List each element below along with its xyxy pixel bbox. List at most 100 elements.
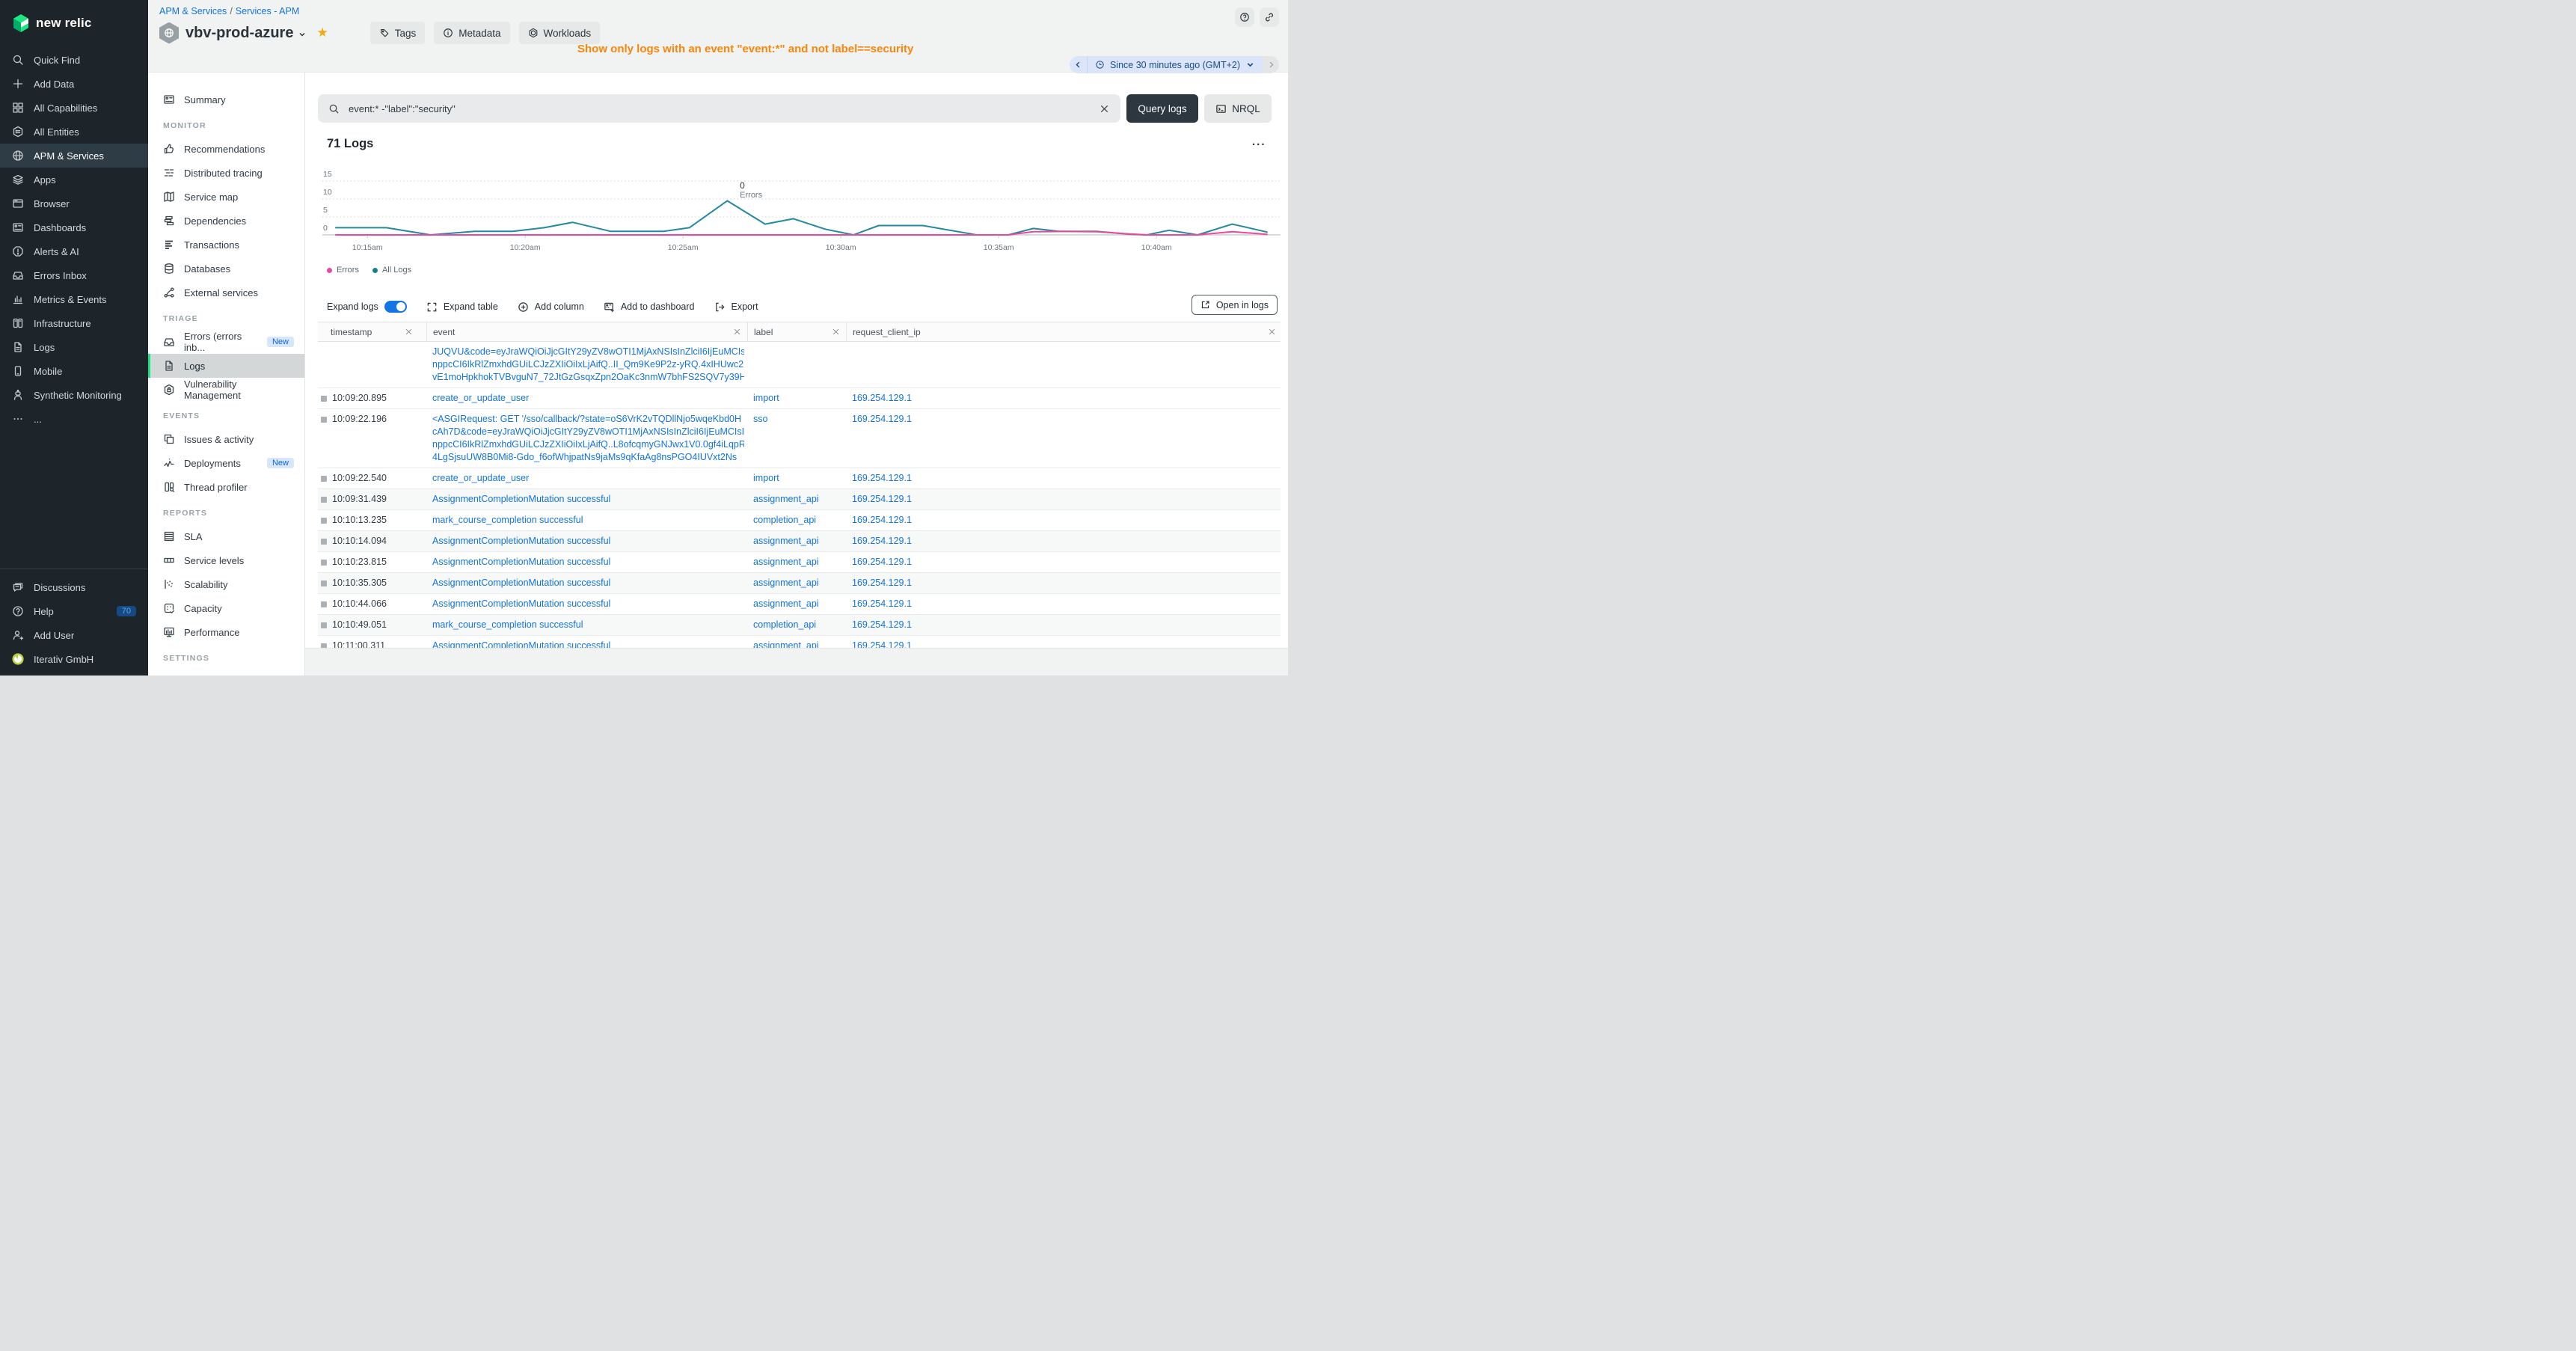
row-marker-icon[interactable]: [321, 476, 327, 482]
clear-query-icon[interactable]: [1099, 103, 1110, 114]
sidebar-item-logs[interactable]: Logs: [0, 335, 148, 359]
label-link[interactable]: completion_api: [753, 515, 816, 525]
label-link[interactable]: assignment_api: [753, 536, 819, 546]
remove-column-icon[interactable]: [1268, 328, 1276, 336]
time-back-button[interactable]: [1070, 56, 1088, 73]
label-link[interactable]: completion_api: [753, 619, 816, 630]
subnav-item-vulnerability-management[interactable]: Vulnerability Management: [148, 378, 304, 402]
event-link[interactable]: mark_course_completion successful: [432, 619, 744, 631]
help-button[interactable]: [1235, 7, 1254, 27]
table-row[interactable]: 10:09:22.196<ASGIRequest: GET '/sso/call…: [318, 409, 1281, 468]
sidebar-item-all-entities[interactable]: All Entities: [0, 120, 148, 144]
sidebar-item-errors-inbox[interactable]: Errors Inbox: [0, 263, 148, 287]
sidebar-item-apm-services[interactable]: APM & Services: [0, 144, 148, 168]
label-link[interactable]: assignment_api: [753, 598, 819, 609]
sidebar-item-all-capabilities[interactable]: All Capabilities: [0, 96, 148, 120]
table-row[interactable]: 10:10:13.235mark_course_completion succe…: [318, 510, 1281, 531]
event-link[interactable]: vE1moHpkhokTVBvguN7_72JtGzGsqxZpn2OaKc3n…: [432, 371, 744, 384]
event-link[interactable]: create_or_update_user: [432, 472, 744, 485]
export-button[interactable]: Export: [714, 301, 758, 313]
request-client-ip-link[interactable]: 169.254.129.1: [852, 414, 912, 424]
label-link[interactable]: import: [753, 473, 779, 483]
permalink-button[interactable]: [1260, 7, 1279, 27]
sidebar-item-add-user[interactable]: Add User: [0, 623, 148, 647]
subnav-item-external-services[interactable]: External services: [148, 281, 304, 304]
subnav-item-service-map[interactable]: Service map: [148, 185, 304, 209]
expand-logs-toggle[interactable]: Expand logs: [327, 301, 407, 313]
request-client-ip-link[interactable]: 169.254.129.1: [852, 598, 912, 609]
table-row[interactable]: 10:10:35.305AssignmentCompletionMutation…: [318, 573, 1281, 594]
sidebar-item-add-data[interactable]: Add Data: [0, 72, 148, 96]
metadata-button[interactable]: Metadata: [434, 22, 509, 44]
event-link[interactable]: JUQVU&code=eyJraWQiOiJjcGItY29yZV8wOTI1M…: [432, 346, 744, 358]
label-link[interactable]: assignment_api: [753, 557, 819, 567]
event-link[interactable]: create_or_update_user: [432, 392, 744, 405]
time-range-selector[interactable]: Since 30 minutes ago (GMT+2): [1088, 56, 1263, 73]
subnav-item-scalability[interactable]: Scalability: [148, 572, 304, 596]
request-client-ip-link[interactable]: 169.254.129.1: [852, 393, 912, 403]
sidebar-item-metrics-events[interactable]: Metrics & Events: [0, 287, 148, 311]
subnav-item-deployments[interactable]: DeploymentsNew: [148, 451, 304, 475]
subnav-item-capacity[interactable]: Capacity: [148, 596, 304, 620]
sidebar-item-iterativ-gmbh[interactable]: Iterativ GmbH: [0, 647, 148, 671]
row-marker-icon[interactable]: [321, 601, 327, 607]
table-row[interactable]: 10:09:31.439AssignmentCompletionMutation…: [318, 489, 1281, 510]
entity-chevron-down-icon[interactable]: [298, 30, 307, 39]
sidebar-item-browser[interactable]: Browser: [0, 192, 148, 215]
event-link[interactable]: nppcCI6IkRlZmxhdGUiLCJzZXIiOiIxLjAifQ..L…: [432, 438, 744, 451]
subnav-item-logs[interactable]: Logs: [148, 354, 304, 378]
subnav-item-performance[interactable]: Performance: [148, 620, 304, 644]
row-marker-icon[interactable]: [321, 622, 327, 628]
toggle-on-icon[interactable]: [384, 301, 407, 313]
nrql-button[interactable]: NRQL: [1204, 94, 1272, 123]
subnav-item-service-levels[interactable]: Service levels: [148, 548, 304, 572]
table-row[interactable]: 10:10:23.815AssignmentCompletionMutation…: [318, 552, 1281, 573]
sidebar-item-alerts-ai[interactable]: Alerts & AI: [0, 239, 148, 263]
subnav-item-transactions[interactable]: Transactions: [148, 233, 304, 257]
row-marker-icon[interactable]: [321, 580, 327, 586]
request-client-ip-link[interactable]: 169.254.129.1: [852, 536, 912, 546]
event-link[interactable]: AssignmentCompletionMutation successful: [432, 577, 744, 589]
event-link[interactable]: 4LgSjsuUW8B0Mi8-Gdo_f6ofWhjpatNs9jaMs9qK…: [432, 451, 744, 464]
request-client-ip-link[interactable]: 169.254.129.1: [852, 473, 912, 483]
event-link[interactable]: AssignmentCompletionMutation successful: [432, 535, 744, 548]
favorite-star-icon[interactable]: ★: [316, 25, 328, 40]
request-client-ip-link[interactable]: 169.254.129.1: [852, 515, 912, 525]
row-marker-icon[interactable]: [321, 396, 327, 402]
add-to-dashboard-button[interactable]: Add to dashboard: [604, 301, 695, 313]
sidebar-item-synthetic-monitoring[interactable]: Synthetic Monitoring: [0, 383, 148, 407]
table-row[interactable]: 10:10:44.066AssignmentCompletionMutation…: [318, 594, 1281, 615]
event-link[interactable]: nppcCI6IkRlZmxhdGUiLCJzZXIiOiIxLjAifQ..I…: [432, 358, 744, 371]
request-client-ip-link[interactable]: 169.254.129.1: [852, 557, 912, 567]
event-link[interactable]: AssignmentCompletionMutation successful: [432, 556, 744, 569]
row-marker-icon[interactable]: [321, 560, 327, 566]
event-link[interactable]: cAh7D&code=eyJraWQiOiJjcGItY29yZV8wOTI1M…: [432, 426, 744, 438]
label-link[interactable]: assignment_api: [753, 494, 819, 504]
row-marker-icon[interactable]: [321, 497, 327, 503]
table-row[interactable]: JUQVU&code=eyJraWQiOiJjcGItY29yZV8wOTI1M…: [318, 342, 1281, 388]
request-client-ip-link[interactable]: 169.254.129.1: [852, 578, 912, 588]
subnav-item-issues-activity[interactable]: Issues & activity: [148, 427, 304, 451]
newrelic-logo[interactable]: new relic: [0, 0, 148, 36]
remove-column-icon[interactable]: [405, 328, 413, 336]
event-link[interactable]: AssignmentCompletionMutation successful: [432, 598, 744, 610]
sidebar-item-[interactable]: ...: [0, 407, 148, 431]
open-in-logs-button[interactable]: Open in logs: [1192, 295, 1278, 315]
add-column-button[interactable]: Add column: [518, 301, 584, 313]
label-link[interactable]: sso: [753, 414, 767, 424]
sidebar-item-mobile[interactable]: Mobile: [0, 359, 148, 383]
sidebar-item-apps[interactable]: Apps: [0, 168, 148, 192]
log-query-input[interactable]: [347, 102, 1099, 115]
subnav-item-thread-profiler[interactable]: Thread profiler: [148, 475, 304, 499]
subnav-item-databases[interactable]: Databases: [148, 257, 304, 281]
legend-item-errors[interactable]: Errors: [327, 266, 359, 275]
event-link[interactable]: AssignmentCompletionMutation successful: [432, 493, 744, 506]
table-row[interactable]: 10:09:20.895create_or_update_userimport1…: [318, 388, 1281, 409]
table-row[interactable]: 10:10:14.094AssignmentCompletionMutation…: [318, 531, 1281, 552]
subnav-item-errors-errors-inb[interactable]: Errors (errors inb...New: [148, 330, 304, 354]
table-row[interactable]: 10:09:22.540create_or_update_userimport1…: [318, 468, 1281, 489]
workloads-button[interactable]: Workloads: [519, 22, 601, 44]
breadcrumb-apm-services[interactable]: APM & Services: [159, 6, 227, 16]
section-menu-icon[interactable]: ...: [1252, 135, 1266, 148]
table-row[interactable]: 10:10:49.051mark_course_completion succe…: [318, 615, 1281, 636]
